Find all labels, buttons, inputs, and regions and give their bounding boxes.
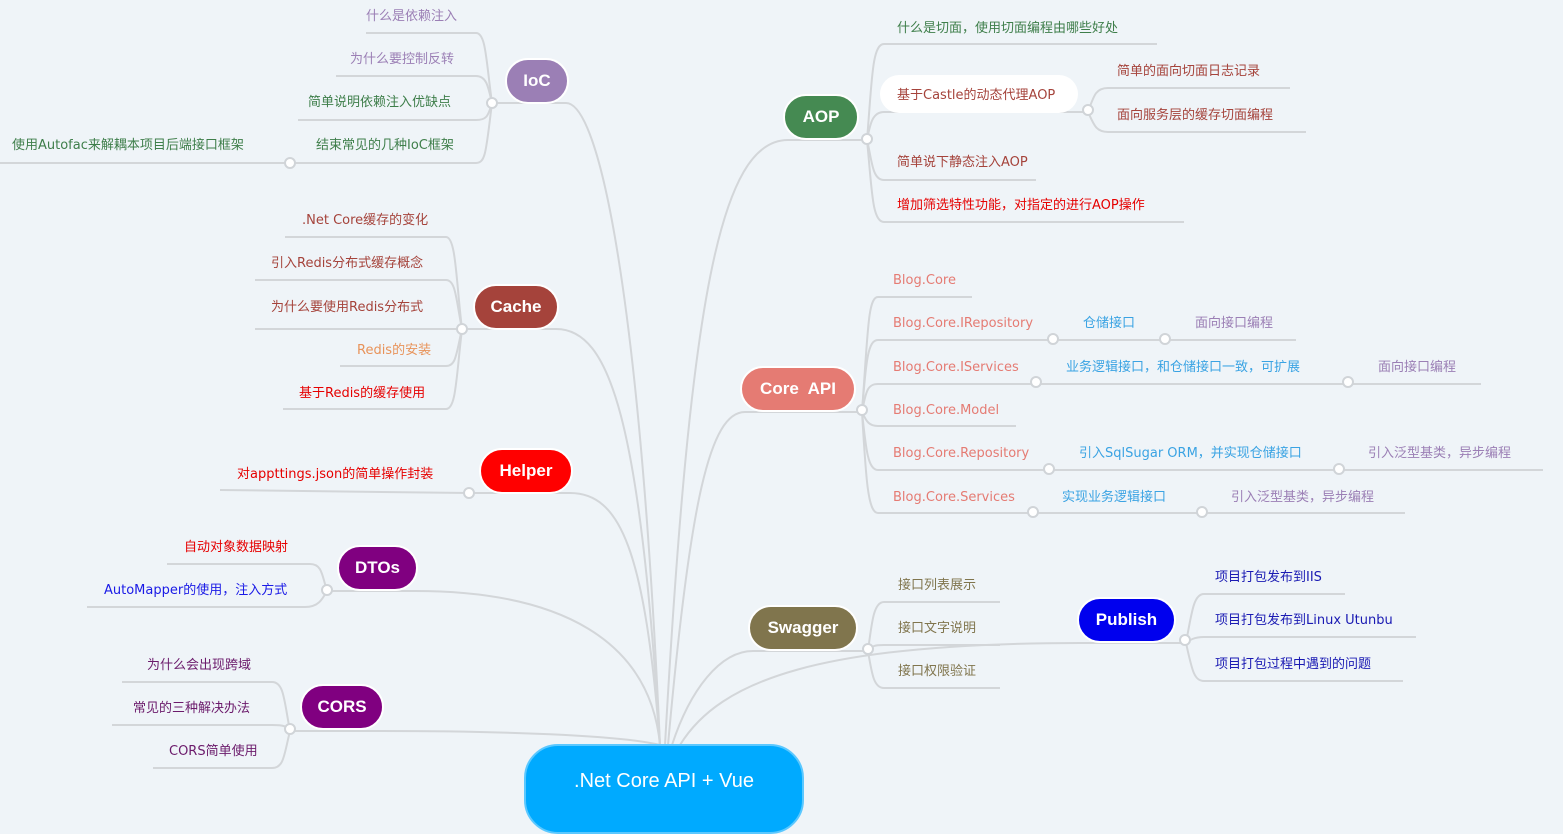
- link-center-cache: [555, 328, 661, 746]
- subtopic[interactable]: 接口文字说明: [898, 621, 976, 637]
- subtopic[interactable]: Blog.Core.Model: [893, 403, 999, 419]
- subtopic[interactable]: 项目打包发布到IIS: [1215, 570, 1322, 586]
- topic-swagger[interactable]: Swagger: [748, 605, 858, 651]
- subtopic[interactable]: 使用Autofac来解耦本项目后端接口框架: [12, 138, 244, 154]
- subtopic[interactable]: 常见的三种解决办法: [133, 701, 250, 717]
- subtopic[interactable]: AutoMapper的使用，注入方式: [104, 583, 287, 599]
- collapse-handle-swagger[interactable]: [862, 643, 874, 655]
- link-center-helper: [569, 492, 661, 746]
- subtopic[interactable]: 简单说明依赖注入优缺点: [308, 95, 451, 111]
- link-center-cors: [380, 730, 661, 746]
- collapse-handle-impl-business[interactable]: [1196, 506, 1208, 518]
- topic-ioc[interactable]: IoC: [505, 58, 569, 104]
- subtopic[interactable]: 面向服务层的缓存切面编程: [1117, 108, 1273, 124]
- topic-dtos-label: DTOs: [354, 558, 401, 577]
- subtopic[interactable]: 自动对象数据映射: [184, 540, 288, 556]
- subtopic[interactable]: Blog.Core.IServices: [893, 360, 1019, 376]
- collapse-handle-aop[interactable]: [861, 133, 873, 145]
- subtopic[interactable]: 引入Redis分布式缓存概念: [271, 256, 423, 272]
- central-topic-label: .Net Core API + Vue: [574, 770, 754, 792]
- link-center-ioc: [565, 102, 661, 746]
- subtopic[interactable]: Blog.Core.Services: [893, 490, 1015, 506]
- subtopic[interactable]: 结束常见的几种IoC框架: [316, 138, 454, 154]
- subtopic[interactable]: Redis的安装: [357, 343, 431, 359]
- topic-publish-label: Publish: [1095, 610, 1158, 629]
- topic-dtos[interactable]: DTOs: [337, 545, 418, 591]
- collapse-handle-dtos[interactable]: [321, 584, 333, 596]
- subtopic[interactable]: 项目打包发布到Linux Utunbu: [1215, 613, 1393, 629]
- topic-swagger-label: Swagger: [767, 618, 839, 637]
- subtopic[interactable]: 面向接口编程: [1378, 360, 1456, 376]
- subtopic[interactable]: 简单的面向切面日志记录: [1117, 64, 1260, 80]
- subtopic[interactable]: 实现业务逻辑接口: [1062, 490, 1166, 506]
- subtopic[interactable]: 引入SqlSugar ORM，并实现仓储接口: [1079, 446, 1302, 462]
- topic-aop-label: AOP: [802, 107, 840, 126]
- topic-cache[interactable]: Cache: [473, 284, 559, 330]
- mindmap-canvas: .Net Core API + Vue IoC Cache Helper DTO…: [0, 0, 1563, 834]
- subtopic[interactable]: 为什么要控制反转: [350, 52, 454, 68]
- topic-coreapi[interactable]: Core API: [740, 366, 856, 412]
- collapse-handle-sqlsugar[interactable]: [1333, 463, 1345, 475]
- subtopic[interactable]: 业务逻辑接口，和仓储接口一致，可扩展: [1066, 360, 1300, 376]
- subtopic[interactable]: 项目打包过程中遇到的问题: [1215, 657, 1371, 673]
- subtopic[interactable]: 什么是依赖注入: [366, 9, 457, 25]
- subtopic[interactable]: Blog.Core: [893, 273, 956, 289]
- central-topic[interactable]: .Net Core API + Vue: [524, 744, 804, 834]
- topic-aop[interactable]: AOP: [783, 94, 859, 140]
- link-center-dtos: [414, 590, 661, 746]
- subtopic[interactable]: 对appttings.json的简单操作封装: [237, 467, 433, 483]
- subtopic[interactable]: Blog.Core.Repository: [893, 446, 1029, 462]
- subtopic[interactable]: 为什么会出现跨域: [147, 658, 251, 674]
- subtopic[interactable]: 接口权限验证: [898, 664, 976, 680]
- topic-helper[interactable]: Helper: [479, 448, 573, 494]
- subtopic[interactable]: CORS简单使用: [169, 744, 258, 760]
- subtopic[interactable]: 接口列表展示: [898, 578, 976, 594]
- topic-coreapi-label: Core API: [760, 379, 836, 398]
- subtopic[interactable]: Blog.Core.IRepository: [893, 316, 1033, 332]
- topic-cors-label: CORS: [317, 697, 367, 716]
- collapse-handle-repository[interactable]: [1043, 463, 1055, 475]
- collapse-handle-irepository[interactable]: [1047, 333, 1059, 345]
- subtopic[interactable]: 简单说下静态注入AOP: [897, 155, 1028, 171]
- collapse-handle-cache[interactable]: [456, 323, 468, 335]
- topic-ioc-label: IoC: [523, 71, 551, 90]
- subtopic[interactable]: 基于Redis的缓存使用: [299, 386, 425, 402]
- collapse-handle-helper[interactable]: [463, 487, 475, 499]
- subtopic[interactable]: 什么是切面，使用切面编程由哪些好处: [897, 21, 1118, 37]
- link-center-aop: [664, 139, 789, 746]
- subtopic[interactable]: 面向接口编程: [1195, 316, 1273, 332]
- collapse-handle-services[interactable]: [1027, 506, 1039, 518]
- collapse-handle-publish[interactable]: [1179, 634, 1191, 646]
- topic-cors[interactable]: CORS: [300, 684, 384, 730]
- link-center-publish: [679, 642, 1081, 746]
- subtopic[interactable]: 为什么要使用Redis分布式: [271, 300, 423, 316]
- link-center-swagger: [671, 650, 754, 746]
- collapse-handle-business-interface[interactable]: [1342, 376, 1354, 388]
- topic-publish[interactable]: Publish: [1077, 597, 1176, 643]
- collapse-handle-cors[interactable]: [284, 723, 296, 735]
- collapse-handle-castle[interactable]: [1082, 104, 1094, 116]
- topic-helper-label: Helper: [499, 461, 553, 480]
- collapse-handle-coreapi[interactable]: [856, 404, 868, 416]
- collapse-handle-iservices[interactable]: [1030, 376, 1042, 388]
- collapse-handle-repo-interface[interactable]: [1159, 333, 1171, 345]
- collapse-handle-ioc[interactable]: [486, 97, 498, 109]
- subtopic[interactable]: 仓储接口: [1083, 316, 1135, 332]
- subtopic[interactable]: .Net Core缓存的变化: [302, 213, 428, 229]
- collapse-handle-ioc-frameworks[interactable]: [284, 157, 296, 169]
- subtopic[interactable]: 增加筛选特性功能，对指定的进行AOP操作: [897, 198, 1145, 214]
- subtopic[interactable]: 引入泛型基类，异步编程: [1368, 446, 1511, 462]
- subtopic[interactable]: 引入泛型基类，异步编程: [1231, 490, 1374, 506]
- topic-cache-label: Cache: [490, 297, 542, 316]
- subtopic[interactable]: 基于Castle的动态代理AOP: [897, 88, 1055, 104]
